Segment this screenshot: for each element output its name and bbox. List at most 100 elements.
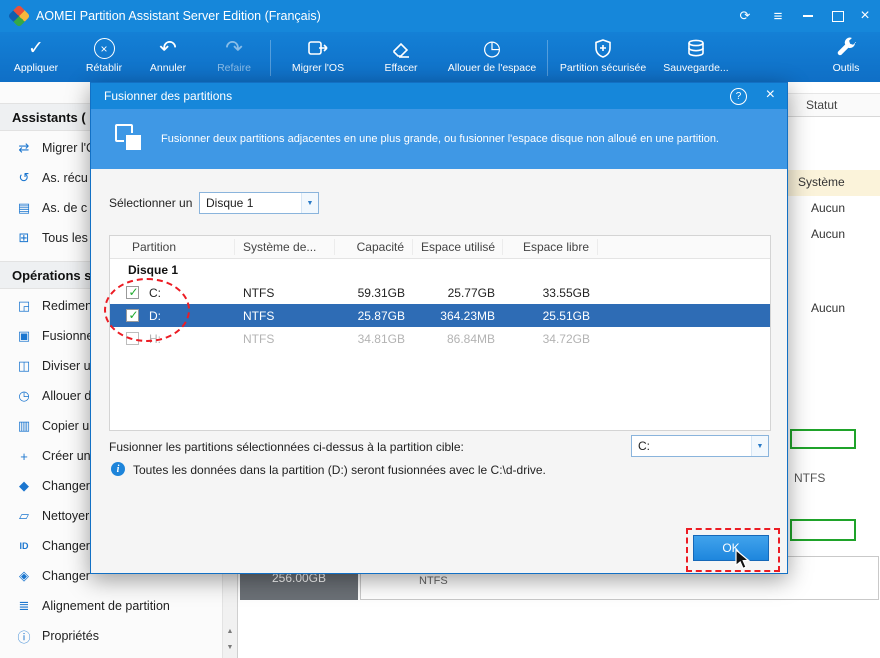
target-partition-value: C: (638, 439, 650, 453)
menu-icon[interactable]: ≡ (763, 0, 793, 32)
cell-free: 25.51GB (542, 308, 590, 323)
close-icon[interactable]: × (766, 86, 775, 104)
col-free-space[interactable]: Espace libre (503, 239, 598, 255)
sidebar-item-alignment[interactable]: ≣ Alignement de partition (0, 591, 222, 621)
toolbar-separator (547, 40, 548, 76)
discard-x-icon: × (72, 35, 136, 62)
status-value-none-3: Aucun (811, 301, 846, 315)
cell-filesystem: NTFS (243, 308, 275, 323)
window-title: AOMEI Partition Assistant Server Edition… (36, 9, 321, 23)
merge-icon: ▣ (17, 328, 31, 343)
tools-button[interactable]: Outils (816, 35, 876, 81)
close-button[interactable]: × (850, 0, 880, 32)
redo-button: ↷ Refaire (204, 35, 264, 81)
partition-row-c[interactable]: C: NTFS 59.31GB 25.77GB 33.55GB (110, 281, 770, 304)
col-used-space[interactable]: Espace utilisé (413, 239, 503, 255)
target-partition-select[interactable]: C: ▼ (631, 435, 769, 457)
create-icon: + (20, 448, 28, 464)
resize-icon: ◲ (17, 298, 31, 313)
sidebar-item-label: Changer (42, 539, 90, 553)
apply-button[interactable]: ✓ Appliquer (4, 35, 68, 81)
sidebar-item-label: Copier u (42, 419, 90, 433)
status-value-none-2: Aucun (811, 227, 846, 241)
x-glyph: × (93, 38, 115, 59)
merge-square-front (124, 133, 143, 152)
disk-group-row[interactable]: Disque 1 (110, 259, 770, 281)
mouse-cursor (735, 548, 751, 576)
migrate-os-button[interactable]: Migrer l'OS (280, 35, 356, 81)
undo-arrow-icon: ↶ (159, 37, 177, 60)
database-icon (656, 35, 736, 62)
copy-icon: ▥ (17, 418, 31, 433)
maximize-button[interactable] (823, 0, 853, 32)
sidebar-item-label: Changer (42, 479, 90, 493)
partition-map-block-2[interactable] (790, 519, 856, 541)
apply-label: Appliquer (13, 62, 59, 74)
sidebar-item-label: Alignement de partition (42, 599, 170, 613)
wipe-icon: ▱ (19, 508, 29, 523)
disk-select-value: Disque 1 (206, 196, 254, 210)
discard-button[interactable]: × Rétablir (72, 35, 136, 81)
partition-row-d[interactable]: D: NTFS 25.87GB 364.23MB 25.51GB (110, 304, 770, 327)
title-bar: AOMEI Partition Assistant Server Edition… (0, 0, 880, 32)
sidebar-item-label: Nettoyer (42, 509, 90, 523)
refresh-icon[interactable]: ⟳ (730, 0, 760, 32)
scroll-down-icon[interactable]: ▼ (224, 644, 236, 651)
partition-map-fs-label: NTFS (794, 471, 826, 485)
all-tools-icon: ⊞ (18, 230, 30, 245)
apply-check-icon: ✓ (28, 38, 44, 59)
partition-map-block-1[interactable] (790, 429, 856, 449)
dialog-description: Fusionner deux partitions adjacentes en … (161, 133, 719, 145)
merge-partitions-dialog: Fusionner des partitions ? × Fusionner d… (90, 82, 788, 574)
undo-label: Annuler (149, 62, 187, 74)
maximize-icon (832, 10, 844, 22)
wipe-label: Effacer (384, 62, 418, 74)
wipe-button[interactable]: Effacer (366, 35, 436, 81)
redo-arrow-icon: ↷ (225, 37, 243, 60)
partition-table-header: Partition Système de... Capacité Espace … (110, 236, 770, 259)
backup-label: Sauvegarde... (663, 62, 729, 74)
backup-button[interactable]: Sauvegarde... (656, 35, 736, 81)
letter-icon: ◈ (19, 568, 29, 583)
split-icon: ◫ (17, 358, 31, 373)
cell-capacity: 34.81GB (357, 331, 405, 346)
properties-icon: ⓘ (17, 629, 31, 645)
info-icon: i (111, 462, 125, 476)
id-icon: ID (19, 541, 29, 551)
col-capacity[interactable]: Capacité (335, 239, 413, 255)
minimize-button[interactable] (793, 0, 823, 32)
disk-select[interactable]: Disque 1 ▼ (199, 192, 319, 214)
allocate-space-button[interactable]: ◷ Allouer de l'espace (440, 35, 544, 81)
cell-used: 25.77GB (447, 285, 495, 300)
cell-free: 34.72GB (542, 331, 590, 346)
discard-label: Rétablir (85, 62, 123, 74)
sidebar-item-properties[interactable]: ⓘ Propriétés (0, 621, 222, 651)
sidebar-item-label: Créer un (42, 449, 91, 463)
merge-info-text: Toutes les données dans la partition (D:… (133, 463, 546, 477)
cell-used: 86.84MB (446, 331, 495, 346)
partition-row-h[interactable]: H: NTFS 34.81GB 86.84MB 34.72GB (110, 327, 770, 350)
sidebar-item-label: Migrer l'O (42, 141, 96, 155)
dialog-title-bar: Fusionner des partitions ? × (91, 83, 787, 109)
status-value-system: Système (798, 175, 845, 189)
col-empty (598, 239, 770, 255)
col-filesystem[interactable]: Système de... (235, 239, 335, 255)
sidebar-item-label: Tous les (42, 231, 88, 245)
app-window: AOMEI Partition Assistant Server Edition… (0, 0, 880, 658)
scroll-up-icon[interactable]: ▲ (224, 628, 236, 635)
cell-filesystem: NTFS (243, 285, 275, 300)
status-value-none-1: Aucun (811, 201, 846, 215)
help-icon[interactable]: ? (730, 88, 747, 105)
chevron-down-icon: ▼ (301, 193, 318, 213)
allocate-icon: ◷ (18, 388, 30, 403)
toolbar-separator (270, 40, 271, 76)
minimize-icon (803, 15, 813, 17)
status-column-header[interactable]: Statut (806, 98, 837, 112)
secure-partition-button[interactable]: Partition sécurisée (554, 35, 652, 81)
undo-button[interactable]: ↶ Annuler (138, 35, 198, 81)
shield-icon (554, 35, 652, 62)
col-partition[interactable]: Partition (110, 239, 235, 255)
sidebar-item-label: As. récu (42, 171, 88, 185)
secure-partition-label: Partition sécurisée (559, 62, 647, 74)
recovery-icon: ↺ (18, 170, 30, 185)
